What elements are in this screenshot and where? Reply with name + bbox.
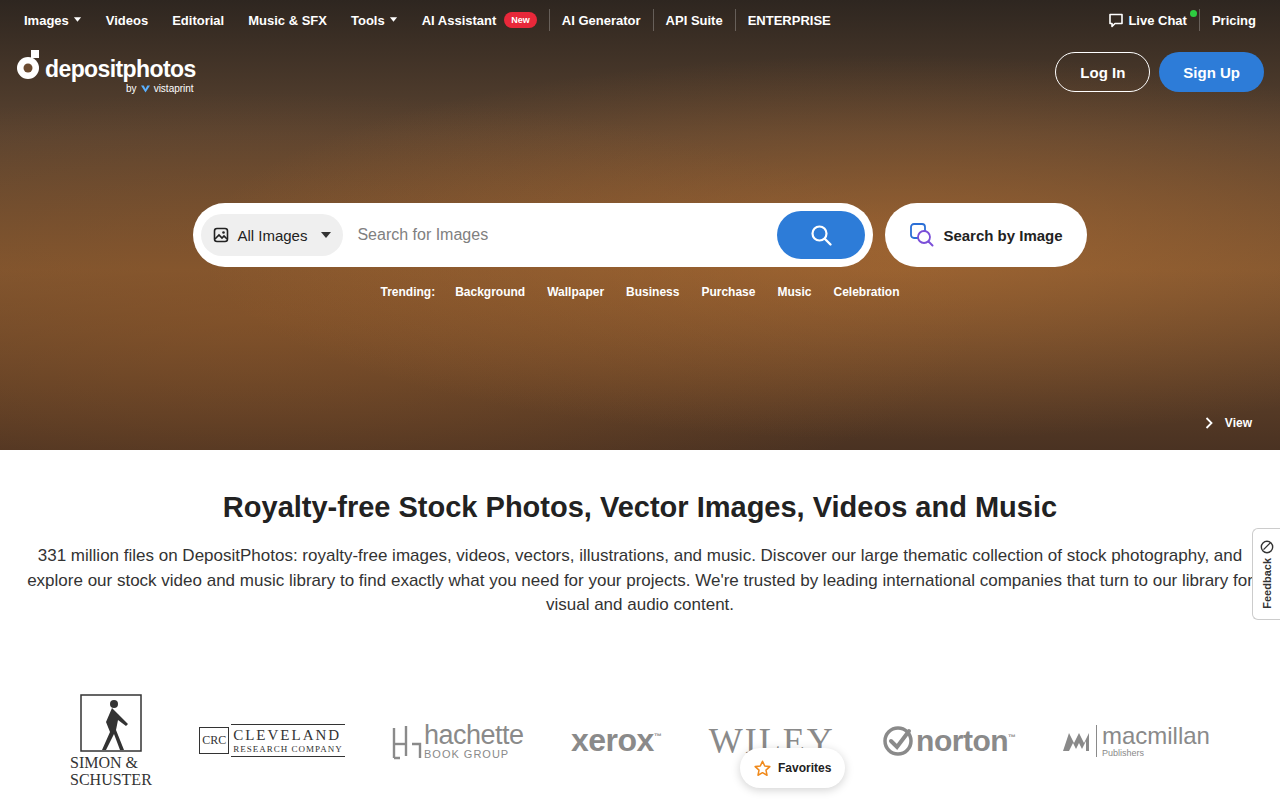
search-by-image-button[interactable]: Search by Image <box>885 203 1086 267</box>
caret-down-icon <box>321 232 331 238</box>
nav-divider <box>653 9 654 31</box>
nav-item[interactable]: AI Assistant New <box>422 12 537 28</box>
trending-item[interactable]: Music <box>777 285 811 299</box>
login-button[interactable]: Log In <box>1055 52 1150 92</box>
nav-item[interactable]: ENTERPRISE <box>748 13 831 28</box>
nav-divider <box>549 9 550 31</box>
trending-item[interactable]: Business <box>626 285 679 299</box>
client-logo: xerox™ <box>571 722 661 759</box>
intro-section: Royalty-free Stock Photos, Vector Images… <box>0 450 1280 788</box>
logo[interactable]: depositphotos by vistaprint <box>16 50 196 94</box>
logo-byline: by vistaprint <box>126 83 194 94</box>
nav-divider <box>1199 9 1200 31</box>
caret-down-icon <box>389 17 398 23</box>
client-logos: SIMON &SCHUSTER CRC CLEVELANDRESEARCH COM… <box>70 694 1210 788</box>
search-button[interactable] <box>777 211 865 259</box>
nav-item[interactable]: AI Generator <box>562 13 641 28</box>
trending-bar: Trending: BackgroundWallpaperBusinessPur… <box>0 285 1280 299</box>
chat-icon <box>1108 12 1124 28</box>
star-icon <box>754 760 771 777</box>
category-dropdown[interactable]: All Images <box>201 214 343 256</box>
nav-item[interactable]: Tools <box>351 13 398 28</box>
trending-item[interactable]: Background <box>455 285 525 299</box>
search-icon <box>809 223 833 247</box>
macmillan-icon <box>1063 729 1091 753</box>
logo-icon <box>16 50 42 80</box>
pricing-link[interactable]: Pricing <box>1212 13 1256 28</box>
trending-item[interactable]: Purchase <box>701 285 755 299</box>
hero: Images Videos Editorial Music & SFX Tool… <box>0 0 1280 450</box>
trending-item[interactable]: Celebration <box>833 285 899 299</box>
live-chat-link[interactable]: Live Chat <box>1108 12 1187 28</box>
norton-check-icon <box>882 725 914 757</box>
trending-item[interactable]: Wallpaper <box>547 285 604 299</box>
search-bar: All Images <box>193 203 873 267</box>
intro-title: Royalty-free Stock Photos, Vector Images… <box>223 490 1057 524</box>
sower-icon <box>80 694 142 752</box>
nav-item[interactable]: API Suite <box>666 13 723 28</box>
feedback-tab[interactable]: Feedback <box>1252 528 1280 620</box>
nav-divider <box>735 9 736 31</box>
vistaprint-icon <box>141 85 150 93</box>
view-photo-link[interactable]: View <box>1205 416 1252 430</box>
nav-item[interactable]: Editorial <box>172 13 224 28</box>
nav-item[interactable]: Music & SFX <box>248 13 327 28</box>
image-search-icon <box>909 222 935 248</box>
client-logo: CRC CLEVELANDRESEARCH COMPANY <box>199 724 344 757</box>
top-nav: Images Videos Editorial Music & SFX Tool… <box>0 0 1280 40</box>
nav-item[interactable]: Images <box>24 13 82 28</box>
intro-text: 331 million files on DepositPhotos: roya… <box>26 544 1254 618</box>
online-dot <box>1190 10 1197 17</box>
hachette-icon <box>392 724 422 760</box>
logo-text: depositphotos <box>45 58 196 81</box>
new-badge: New <box>504 12 537 28</box>
client-logo: SIMON &SCHUSTER <box>70 694 152 788</box>
chevron-right-icon <box>1205 417 1213 429</box>
client-logo: hachetteBOOK GROUP <box>392 722 524 760</box>
client-logo: norton™ <box>882 724 1015 758</box>
page: Images Videos Editorial Music & SFX Tool… <box>0 0 1280 800</box>
signup-button[interactable]: Sign Up <box>1159 52 1264 92</box>
image-icon <box>213 227 229 243</box>
client-logo: macmillanPublishers <box>1063 724 1210 758</box>
caret-down-icon <box>73 17 82 23</box>
favorites-button[interactable]: Favorites <box>740 748 845 788</box>
nav-item[interactable]: Videos <box>106 13 148 28</box>
feedback-icon <box>1260 540 1274 554</box>
search-input[interactable] <box>351 226 769 244</box>
